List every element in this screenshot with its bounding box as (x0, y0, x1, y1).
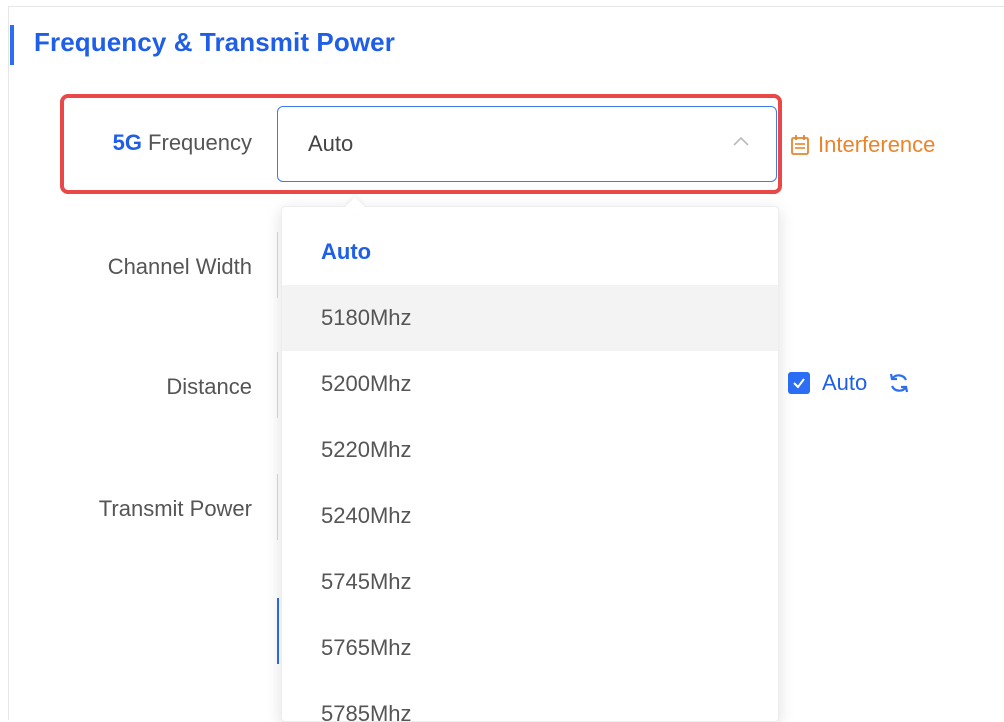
frequency-select[interactable]: Auto (277, 106, 777, 182)
section-title: Frequency & Transmit Power (34, 27, 395, 57)
interference-label: Interference (818, 132, 936, 157)
frequency-label: 5G Frequency (52, 130, 252, 156)
frequency-option[interactable]: 5785Mhz (282, 681, 778, 721)
interference-link[interactable]: Interference (790, 132, 935, 158)
distance-auto-label: Auto (822, 370, 868, 395)
panel-border-top (8, 6, 1004, 7)
frequency-option[interactable]: Auto (282, 219, 778, 285)
checkmark-icon (793, 378, 805, 389)
distance-auto-toggle[interactable]: Auto (788, 370, 911, 396)
distance-auto-checkbox[interactable] (788, 372, 810, 394)
distance-label: Distance (166, 374, 252, 399)
refresh-icon[interactable] (887, 371, 911, 395)
frequency-label-text: Frequency (141, 130, 252, 155)
frequency-option[interactable]: 5220Mhz (282, 417, 778, 483)
chevron-up-icon (733, 136, 749, 146)
frequency-option[interactable]: 5200Mhz (282, 351, 778, 417)
calendar-icon (791, 135, 809, 155)
frequency-option[interactable]: 5765Mhz (282, 615, 778, 681)
frequency-dropdown-menu: Auto 5180Mhz 5200Mhz 5220Mhz 5240Mhz 5745Mhz 5… (281, 206, 779, 722)
channel-width-label: Channel Width (107, 254, 252, 279)
frequency-option[interactable]: 5745Mhz (282, 549, 778, 615)
section-accent-bar (10, 25, 14, 65)
frequency-option[interactable]: 5240Mhz (282, 483, 778, 549)
transmit-power-label: Transmit Power (98, 496, 252, 521)
frequency-select-value: Auto (308, 131, 354, 156)
frequency-option[interactable]: 5180Mhz (282, 285, 778, 351)
panel-border-left (8, 6, 9, 720)
frequency-band: 5G (112, 130, 142, 155)
